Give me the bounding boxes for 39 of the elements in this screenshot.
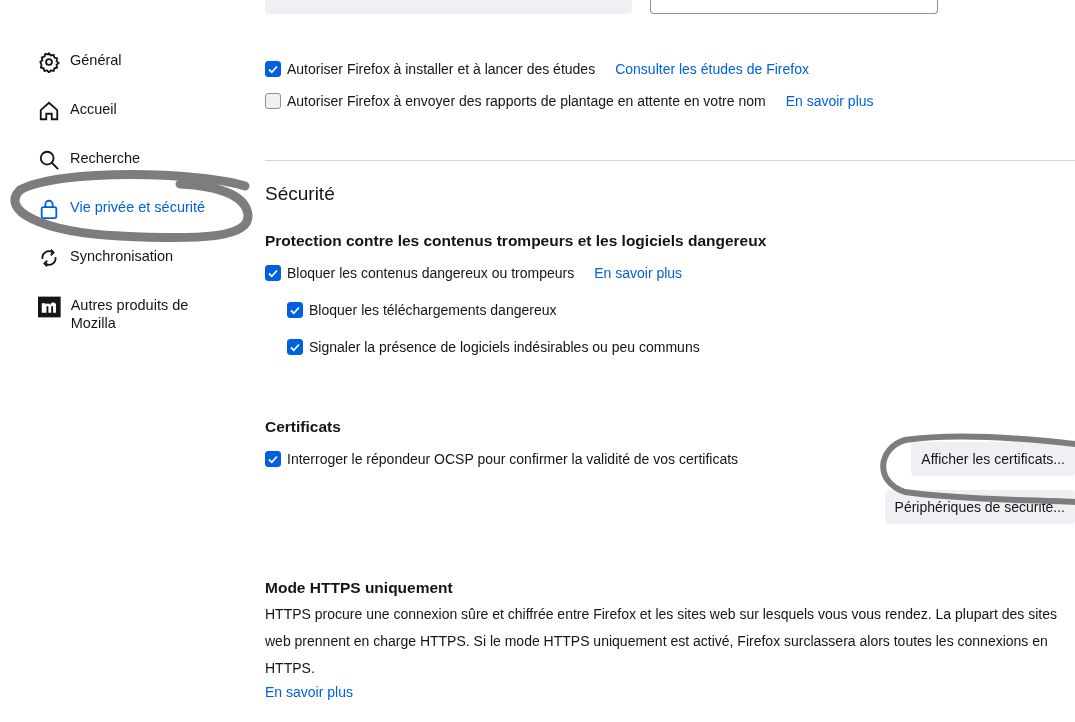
sidebar-item[interactable]: Accueil [38,94,228,128]
checkmark-icon [289,304,301,316]
settings-icon [38,51,60,73]
checkmark-icon [267,267,279,279]
link[interactable]: En savoir plus [265,684,353,700]
description-text: HTTPS procure une connexion sûre et chiffrée entre Firefox et les sites web sur lesquels vous vous rendez. La plupart des sites web prennent en charge HTTPS. Si le mode HTTPS uniquement est activé, Firefox surclassera alors toutes les connexions en HTTPS. [265,605,1058,678]
checkbox-label: Bloquer les téléchargements dangereux [309,301,557,320]
section-heading: Certificats [265,418,342,436]
checkbox-label: Interroger le répondeur OCSP pour confirmer la validité de vos certificats [287,450,739,469]
sidebar-item[interactable]: Vie privée et sécurité [38,192,228,226]
checkbox-label: Bloquer les contenus dangereux ou trompeurs [287,264,575,283]
link[interactable]: Consulter les études de Firefox [615,59,809,79]
mozilla-logo-icon [38,296,61,318]
checkbox[interactable] [287,339,303,355]
input-field[interactable] [650,0,938,14]
section-heading: Protection contre les contenus trompeurs et les logiciels dangereux [265,232,768,250]
section-heading: Mode HTTPS uniquement [265,579,454,597]
link[interactable]: En savoir plus [785,91,874,111]
section-title: Sécurité [265,183,336,205]
checkbox-label: Autoriser Firefox à envoyer des rapports de plantage en attente en votre nom [287,92,766,111]
checkbox[interactable] [265,265,281,281]
checkmark-icon [267,453,279,465]
sidebar-item[interactable]: Recherche [38,143,228,177]
checkbox-label: Signaler la présence de logiciels indésirables ou peu communs [309,338,700,357]
sidebar-item[interactable]: Autres produits de Mozilla [38,290,228,338]
checkbox[interactable] [265,61,281,77]
sidebar-item[interactable]: Général [38,45,228,79]
checkbox[interactable] [265,451,281,467]
checkbox[interactable] [287,302,303,318]
checkbox[interactable] [265,93,281,109]
lock-icon [38,198,60,220]
sidebar-item[interactable]: Synchronisation [38,241,228,275]
search-icon [38,149,60,171]
action-button[interactable]: Afficher les certificats... [911,442,1075,476]
link[interactable]: En savoir plus [594,263,683,283]
home-icon [38,100,60,122]
checkmark-icon [289,341,301,353]
checkbox-label: Autoriser Firefox à installer et à lancer des études [287,60,596,79]
checkmark-icon [267,63,279,75]
